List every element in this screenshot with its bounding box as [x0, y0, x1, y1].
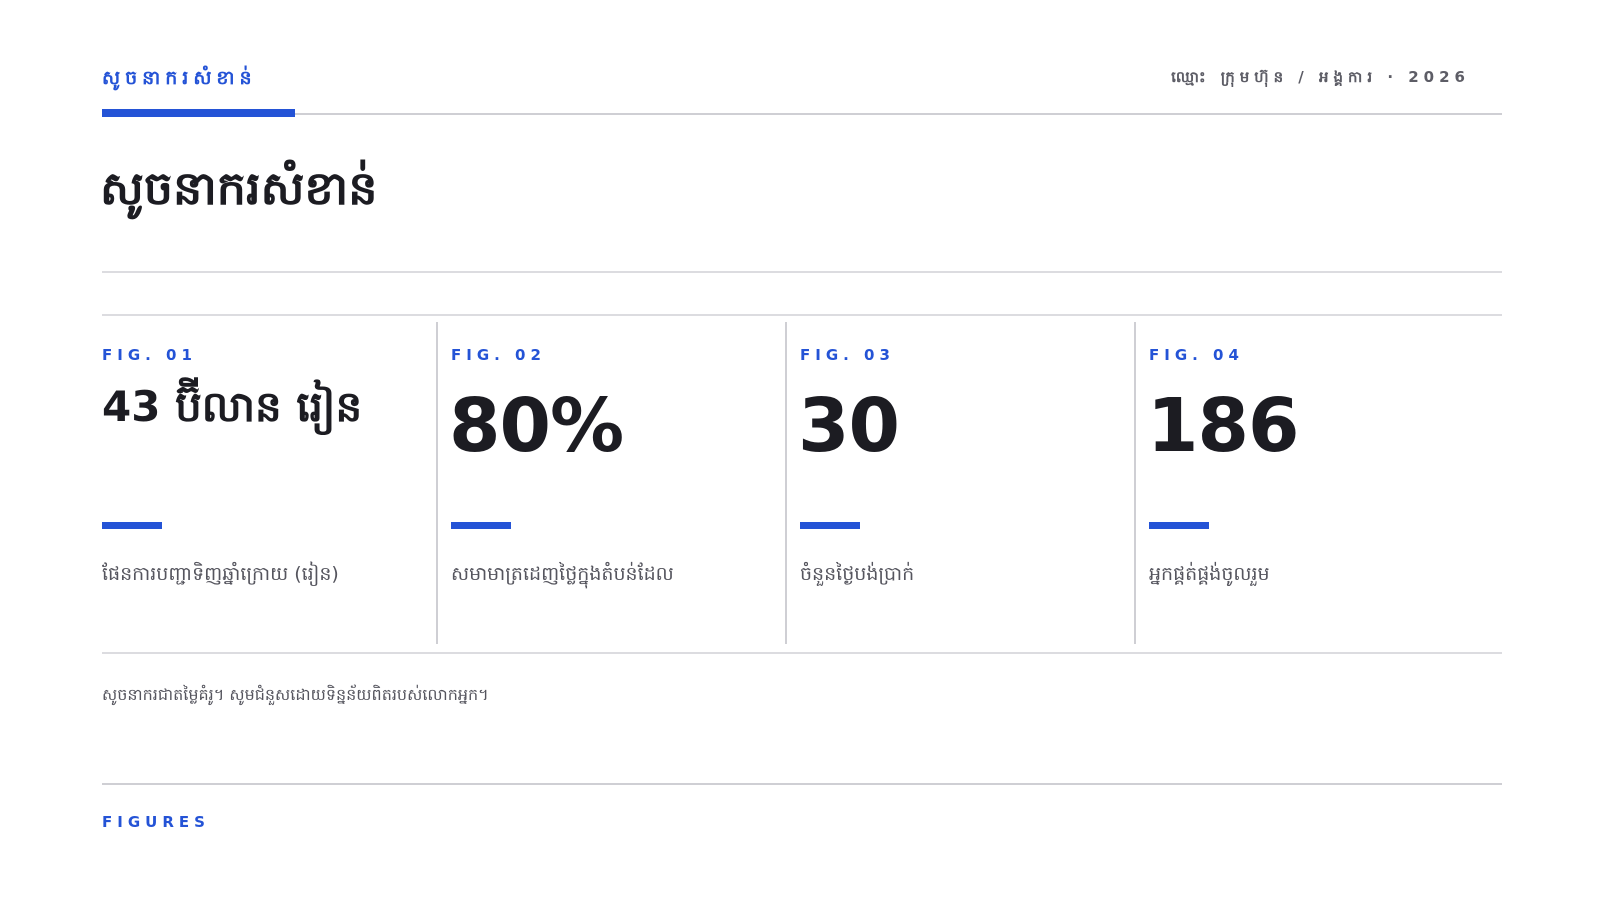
title-divider — [102, 271, 1502, 273]
fig-01-value: 43 ប៊ីលាន រៀន — [102, 382, 363, 431]
page-title: សូចនាករសំខាន់ — [100, 161, 378, 215]
fig-01-label: FIG. 01 — [102, 346, 197, 364]
footnote: សូចនាករជាតម្លៃគំរូ។ សូមជំនួសដោយទិន្នន័យព… — [102, 685, 489, 704]
fig-03-label: FIG. 03 — [800, 346, 895, 364]
fig-04-accent — [1149, 522, 1209, 529]
footer-rule — [102, 783, 1502, 785]
column-separator — [785, 322, 787, 644]
fig-02-description: សមាមាត្រដេញថ្លៃក្នុងតំបន់ដែល — [451, 563, 674, 585]
fig-02-accent — [451, 522, 511, 529]
column-separator — [1134, 322, 1136, 644]
figures-bottom-divider — [102, 652, 1502, 654]
fig-01-accent — [102, 522, 162, 529]
footer-label: FIGURES — [102, 813, 210, 831]
column-separator — [436, 322, 438, 644]
fig-03-accent — [800, 522, 860, 529]
organization-meta: ឈ្មោះ ក្រុមហ៊ុន / អង្គការ · 2026 — [1171, 68, 1470, 86]
fig-02-label: FIG. 02 — [451, 346, 546, 364]
fig-04-description: អ្នកផ្គត់ផ្គង់ចូលរួម — [1149, 563, 1270, 585]
fig-04-label: FIG. 04 — [1149, 346, 1244, 364]
header-rule — [102, 113, 1502, 115]
fig-02-value: 80% — [449, 383, 624, 469]
fig-03-description: ចំនួនថ្ងៃបង់ប្រាក់ — [800, 563, 915, 585]
figures-top-divider — [102, 314, 1502, 316]
header-accent-bar — [102, 109, 295, 117]
section-kicker: សូចនាករសំខាន់ — [102, 67, 257, 89]
fig-01-description: ផែនការបញ្ជាទិញឆ្នាំក្រោយ (រៀន) — [102, 563, 339, 585]
fig-04-value: 186 — [1147, 383, 1299, 469]
fig-03-value: 30 — [798, 383, 900, 469]
